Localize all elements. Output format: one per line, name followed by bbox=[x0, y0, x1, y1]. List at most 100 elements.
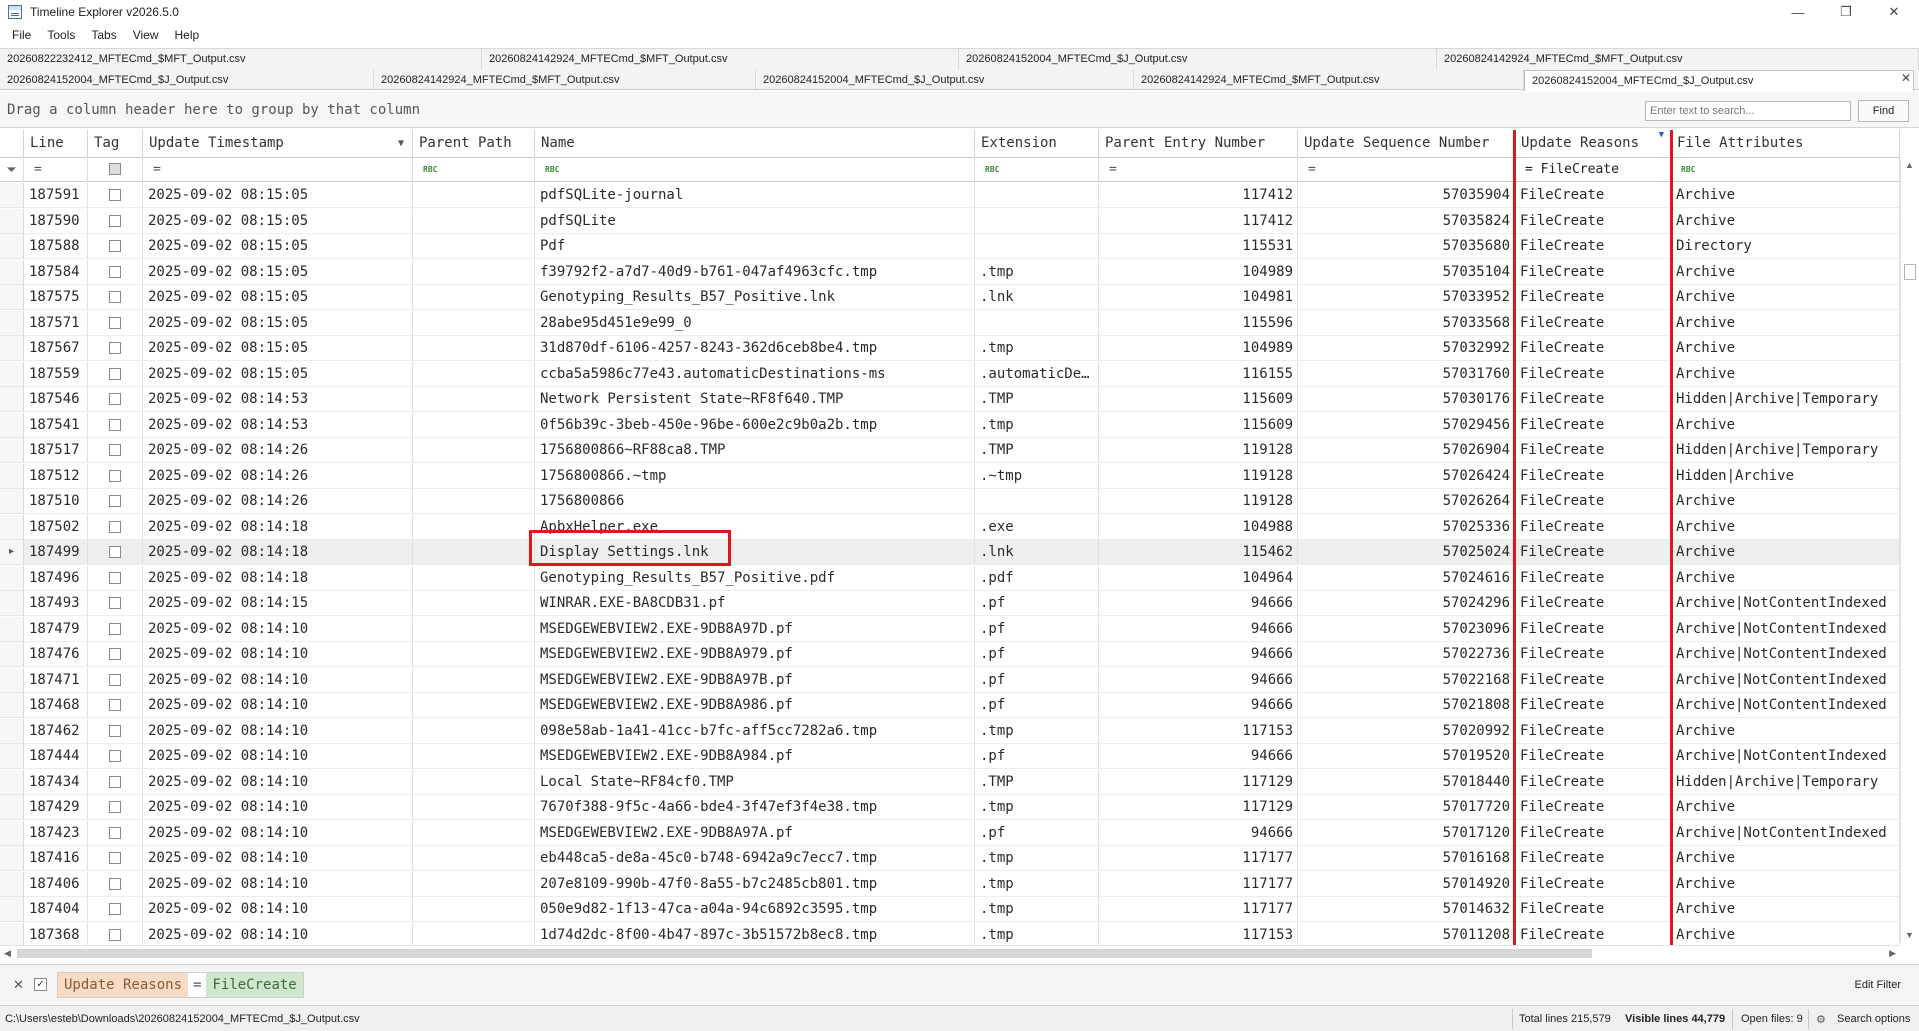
filter-cell-extension[interactable]: RBC bbox=[975, 159, 1099, 182]
cell-update-sequence-number[interactable]: 57024616 bbox=[1298, 566, 1515, 591]
cell-line[interactable]: 187404 bbox=[24, 897, 88, 922]
cell-tag[interactable] bbox=[88, 209, 143, 234]
clear-filter-icon[interactable]: ✕ bbox=[13, 977, 24, 993]
cell-update-timestamp[interactable]: 2025-09-02 08:14:18 bbox=[143, 515, 413, 540]
cell-parent-entry-number[interactable]: 115609 bbox=[1099, 387, 1298, 412]
cell-update-sequence-number[interactable]: 57026264 bbox=[1298, 489, 1515, 514]
cell-parent-entry-number[interactable]: 94666 bbox=[1099, 617, 1298, 642]
tab-file[interactable]: 20260824142924_MFTECmd_$MFT_Output.csv bbox=[374, 70, 756, 91]
cell-parent-entry-number[interactable]: 117177 bbox=[1099, 846, 1298, 871]
cell-name[interactable]: pdfSQLite bbox=[535, 209, 975, 234]
cell-update-reasons[interactable]: FileCreate bbox=[1515, 642, 1671, 667]
cell-update-timestamp[interactable]: 2025-09-02 08:14:15 bbox=[143, 591, 413, 616]
cell-parent-entry-number[interactable]: 119128 bbox=[1099, 438, 1298, 463]
cell-update-reasons[interactable]: FileCreate bbox=[1515, 260, 1671, 285]
cell-tag[interactable] bbox=[88, 413, 143, 438]
cell-update-sequence-number[interactable]: 57029456 bbox=[1298, 413, 1515, 438]
cell-parent-entry-number[interactable]: 119128 bbox=[1099, 489, 1298, 514]
cell-line[interactable]: 187512 bbox=[24, 464, 88, 489]
tag-checkbox[interactable] bbox=[109, 266, 121, 279]
cell-update-timestamp[interactable]: 2025-09-02 08:15:05 bbox=[143, 362, 413, 387]
row-indicator[interactable] bbox=[0, 209, 24, 234]
cell-file-attributes[interactable]: Archive|NotContentIndexed bbox=[1671, 821, 1900, 846]
cell-file-attributes[interactable]: Archive|NotContentIndexed bbox=[1671, 693, 1900, 718]
cell-parent-entry-number[interactable]: 94666 bbox=[1099, 821, 1298, 846]
cell-name[interactable]: ApbxHelper.exe bbox=[535, 515, 975, 540]
cell-parent-path[interactable] bbox=[413, 515, 535, 540]
cell-extension[interactable] bbox=[975, 311, 1099, 336]
cell-extension[interactable]: .~tmp bbox=[975, 464, 1099, 489]
tab-file[interactable]: 20260822232412_MFTECmd_$MFT_Output.csv bbox=[0, 49, 482, 70]
cell-file-attributes[interactable]: Directory bbox=[1671, 234, 1900, 259]
cell-extension[interactable]: .automaticDe… bbox=[975, 362, 1099, 387]
cell-extension[interactable] bbox=[975, 183, 1099, 208]
cell-update-sequence-number[interactable]: 57025024 bbox=[1298, 540, 1515, 565]
cell-parent-path[interactable] bbox=[413, 540, 535, 565]
cell-extension[interactable] bbox=[975, 489, 1099, 514]
cell-parent-entry-number[interactable]: 115609 bbox=[1099, 413, 1298, 438]
cell-parent-entry-number[interactable]: 94666 bbox=[1099, 642, 1298, 667]
cell-line[interactable]: 187502 bbox=[24, 515, 88, 540]
filter-cell-line[interactable]: = bbox=[24, 159, 88, 182]
column-header-name[interactable]: Name bbox=[535, 130, 975, 158]
cell-extension[interactable] bbox=[975, 209, 1099, 234]
horizontal-scroll-thumb[interactable] bbox=[17, 949, 1592, 958]
row-indicator[interactable] bbox=[0, 897, 24, 922]
cell-parent-entry-number[interactable]: 117412 bbox=[1099, 183, 1298, 208]
cell-name[interactable]: pdfSQLite-journal bbox=[535, 183, 975, 208]
cell-line[interactable]: 187476 bbox=[24, 642, 88, 667]
row-indicator[interactable] bbox=[0, 744, 24, 769]
cell-parent-path[interactable] bbox=[413, 438, 535, 463]
cell-parent-entry-number[interactable]: 94666 bbox=[1099, 744, 1298, 769]
cell-parent-path[interactable] bbox=[413, 897, 535, 922]
cell-file-attributes[interactable]: Hidden|Archive bbox=[1671, 464, 1900, 489]
search-options-icon[interactable]: ⚙ bbox=[1816, 1013, 1826, 1026]
cell-parent-path[interactable] bbox=[413, 336, 535, 361]
cell-update-reasons[interactable]: FileCreate bbox=[1515, 438, 1671, 463]
cell-name[interactable]: WINRAR.EXE-BA8CDB31.pf bbox=[535, 591, 975, 616]
cell-name[interactable]: 31d870df-6106-4257-8243-362d6ceb8be4.tmp bbox=[535, 336, 975, 361]
cell-update-reasons[interactable]: FileCreate bbox=[1515, 846, 1671, 871]
column-header-update-reasons[interactable]: Update Reasons ▼ bbox=[1515, 130, 1671, 158]
cell-parent-entry-number[interactable]: 117129 bbox=[1099, 770, 1298, 795]
cell-update-reasons[interactable]: FileCreate bbox=[1515, 209, 1671, 234]
cell-parent-entry-number[interactable]: 94666 bbox=[1099, 668, 1298, 693]
close-window-button[interactable]: ✕ bbox=[1871, 0, 1917, 24]
cell-line[interactable]: 187571 bbox=[24, 311, 88, 336]
cell-update-reasons[interactable]: FileCreate bbox=[1515, 693, 1671, 718]
cell-tag[interactable] bbox=[88, 872, 143, 897]
cell-tag[interactable] bbox=[88, 260, 143, 285]
cell-line[interactable]: 187429 bbox=[24, 795, 88, 820]
cell-update-timestamp[interactable]: 2025-09-02 08:15:05 bbox=[143, 260, 413, 285]
cell-extension[interactable]: .exe bbox=[975, 515, 1099, 540]
cell-update-reasons[interactable]: FileCreate bbox=[1515, 591, 1671, 616]
cell-update-reasons[interactable]: FileCreate bbox=[1515, 566, 1671, 591]
tag-checkbox[interactable] bbox=[109, 878, 121, 891]
filter-cell-file-attributes[interactable]: RBC bbox=[1671, 159, 1900, 182]
cell-update-sequence-number[interactable]: 57020992 bbox=[1298, 719, 1515, 744]
cell-update-reasons[interactable]: FileCreate bbox=[1515, 311, 1671, 336]
cell-parent-entry-number[interactable]: 119128 bbox=[1099, 464, 1298, 489]
cell-update-timestamp[interactable]: 2025-09-02 08:14:10 bbox=[143, 719, 413, 744]
cell-update-timestamp[interactable]: 2025-09-02 08:14:10 bbox=[143, 617, 413, 642]
cell-parent-path[interactable] bbox=[413, 464, 535, 489]
row-indicator[interactable] bbox=[0, 795, 24, 820]
tag-checkbox[interactable] bbox=[109, 189, 121, 202]
row-indicator[interactable] bbox=[0, 668, 24, 693]
minimize-button[interactable]: — bbox=[1775, 0, 1821, 24]
cell-line[interactable]: 187493 bbox=[24, 591, 88, 616]
cell-parent-path[interactable] bbox=[413, 846, 535, 871]
cell-update-sequence-number[interactable]: 57017720 bbox=[1298, 795, 1515, 820]
cell-name[interactable]: ccba5a5986c77e43.automaticDestinations-m… bbox=[535, 362, 975, 387]
column-header-parent-path[interactable]: Parent Path bbox=[413, 130, 535, 158]
cell-line[interactable]: 187406 bbox=[24, 872, 88, 897]
cell-tag[interactable] bbox=[88, 183, 143, 208]
edit-filter-button[interactable]: Edit Filter bbox=[1855, 979, 1901, 991]
cell-file-attributes[interactable]: Archive bbox=[1671, 515, 1900, 540]
cell-file-attributes[interactable]: Hidden|Archive|Temporary bbox=[1671, 770, 1900, 795]
cell-line[interactable]: 187468 bbox=[24, 693, 88, 718]
cell-extension[interactable]: .TMP bbox=[975, 438, 1099, 463]
tag-checkbox[interactable] bbox=[109, 317, 121, 330]
tag-checkbox[interactable] bbox=[109, 444, 121, 457]
cell-update-sequence-number[interactable]: 57014920 bbox=[1298, 872, 1515, 897]
